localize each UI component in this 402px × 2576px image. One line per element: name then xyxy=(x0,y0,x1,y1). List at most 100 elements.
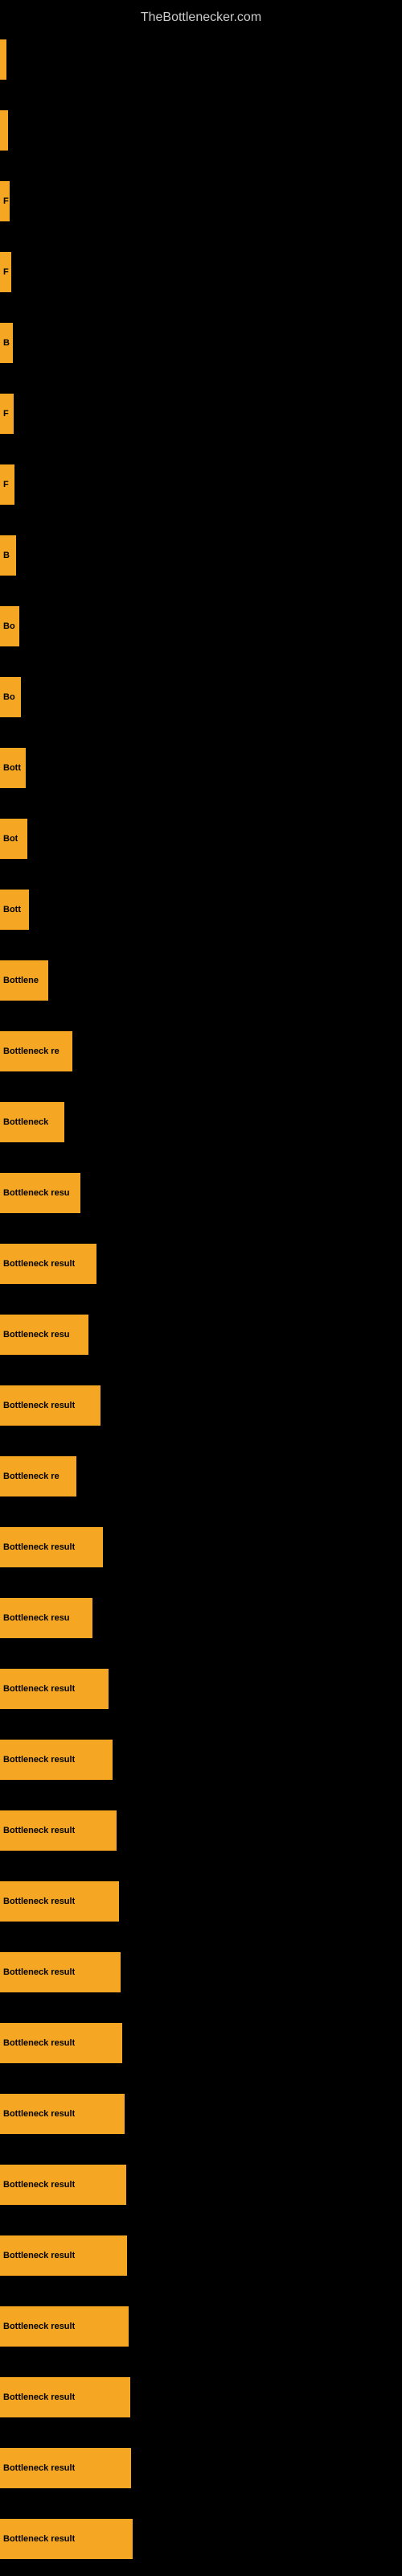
bar-row: Bottleneck xyxy=(0,1087,402,1158)
bar-row: Bottleneck resu xyxy=(0,1583,402,1653)
bar: Bo xyxy=(0,677,21,717)
bar: Bottleneck result xyxy=(0,2094,125,2134)
bar: Bottleneck result xyxy=(0,2235,127,2276)
bar: Bottleneck resu xyxy=(0,1173,80,1213)
bar xyxy=(0,39,6,80)
bar-label: Bott xyxy=(3,763,21,773)
bar-label: Bottleneck resu xyxy=(3,1613,70,1623)
bar-row: Bottleneck resu xyxy=(0,1299,402,1370)
bar: Bo xyxy=(0,606,19,646)
bar-row xyxy=(0,95,402,166)
bar-label: Bott xyxy=(3,905,21,914)
bar-label: Bottlene xyxy=(3,976,39,985)
bar: Bottleneck result xyxy=(0,1810,117,1851)
bar: F xyxy=(0,181,10,221)
bar: Bottleneck re xyxy=(0,1456,76,1496)
bar-label: Bottleneck xyxy=(3,1117,48,1127)
bar-row: B xyxy=(0,520,402,591)
bars-container: F F B F F B Bo Bo Bott Bot Bott Bottlene Bottleneck … xyxy=(0,24,402,2574)
bar-label: Bottleneck resu xyxy=(3,1188,70,1198)
bar-row: Bott xyxy=(0,874,402,945)
bar-row: F xyxy=(0,378,402,449)
bar-row: Bottleneck re xyxy=(0,1441,402,1512)
bar: Bottleneck result xyxy=(0,1669,109,1709)
bar: Bottleneck xyxy=(0,1102,64,1142)
bar-label: Bottleneck resu xyxy=(3,1330,70,1340)
bar: Bottleneck result xyxy=(0,2306,129,2347)
bar-row: Bottleneck result xyxy=(0,2291,402,2362)
bar-label: Bottleneck result xyxy=(3,1401,75,1410)
bar-row: Bottleneck result xyxy=(0,2220,402,2291)
bar-row: F xyxy=(0,166,402,237)
bar-label: Bottleneck result xyxy=(3,2109,75,2119)
bar-row xyxy=(0,24,402,95)
bar-label: Bottleneck result xyxy=(3,1897,75,1906)
bar-row: Bottleneck result xyxy=(0,2149,402,2220)
bar-row: Bottleneck result xyxy=(0,1866,402,1937)
bar-label: Bottleneck result xyxy=(3,2392,75,2402)
bar-label: F xyxy=(3,267,9,277)
bar-label: B xyxy=(3,551,10,560)
bar: F xyxy=(0,394,14,434)
bar-row: Bottleneck result xyxy=(0,1937,402,2008)
bar-label: Bottleneck re xyxy=(3,1472,59,1481)
bar-label: Bottleneck re xyxy=(3,1046,59,1056)
bar-row: Bo xyxy=(0,591,402,662)
bar-row: Bottleneck resu xyxy=(0,1158,402,1228)
bar-label: Bottleneck result xyxy=(3,2251,75,2260)
bar-row: Bottleneck result xyxy=(0,2008,402,2079)
bar: Bottleneck result xyxy=(0,2165,126,2205)
bar-label: Bottleneck result xyxy=(3,2463,75,2473)
bar: F xyxy=(0,252,11,292)
bar-label: Bottleneck result xyxy=(3,1684,75,1694)
bar: Bottleneck result xyxy=(0,2448,131,2488)
bar-label: Bottleneck result xyxy=(3,1755,75,1765)
bar: Bottlene xyxy=(0,960,48,1001)
bar: Bottleneck result xyxy=(0,1244,96,1284)
bar: Bottleneck re xyxy=(0,1031,72,1071)
bar-row: Bottleneck result xyxy=(0,1795,402,1866)
bar-row: Bottleneck result xyxy=(0,1370,402,1441)
bar: Bottleneck result xyxy=(0,2519,133,2559)
bar-label: Bottleneck result xyxy=(3,2322,75,2331)
bar-row: Bottleneck result xyxy=(0,2079,402,2149)
bar-label: Bottleneck result xyxy=(3,1542,75,1552)
bar-row: Bottleneck result xyxy=(0,1228,402,1299)
bar xyxy=(0,110,8,151)
bar: Bottleneck result xyxy=(0,1952,121,1992)
bar-row: B xyxy=(0,308,402,378)
bar-row: Bottleneck result xyxy=(0,2433,402,2504)
bar: Bottleneck result xyxy=(0,1527,103,1567)
bar-label: Bottleneck result xyxy=(3,2180,75,2190)
bar-row: Bottleneck re xyxy=(0,1016,402,1087)
bar-row: Bo xyxy=(0,662,402,733)
bar: Bottleneck result xyxy=(0,2377,130,2417)
bar-label: Bo xyxy=(3,621,15,631)
bar-row: Bottleneck result xyxy=(0,1653,402,1724)
bar-label: Bottleneck result xyxy=(3,1826,75,1835)
bar: Bott xyxy=(0,890,29,930)
bar: Bottleneck result xyxy=(0,2023,122,2063)
bar: Bott xyxy=(0,748,26,788)
bar-label: Bottleneck result xyxy=(3,2534,75,2544)
bar: Bot xyxy=(0,819,27,859)
bar-label: Bo xyxy=(3,692,15,702)
bar-row: Bot xyxy=(0,803,402,874)
bar-row: Bottleneck result xyxy=(0,2504,402,2574)
bar-label: B xyxy=(3,338,10,348)
bar-row: F xyxy=(0,449,402,520)
bar-row: F xyxy=(0,237,402,308)
bar: Bottleneck result xyxy=(0,1740,113,1780)
bar-label: Bottleneck result xyxy=(3,1259,75,1269)
bar-label: F xyxy=(3,409,9,419)
bar-label: Bottleneck result xyxy=(3,1967,75,1977)
bar-row: Bottleneck result xyxy=(0,2362,402,2433)
bar-label: F xyxy=(3,480,9,489)
bar: B xyxy=(0,535,16,576)
bar: Bottleneck resu xyxy=(0,1315,88,1355)
bar-row: Bottleneck result xyxy=(0,1724,402,1795)
bar-row: Bottleneck result xyxy=(0,1512,402,1583)
bar: Bottleneck resu xyxy=(0,1598,92,1638)
bar: Bottleneck result xyxy=(0,1881,119,1922)
bar: B xyxy=(0,323,13,363)
